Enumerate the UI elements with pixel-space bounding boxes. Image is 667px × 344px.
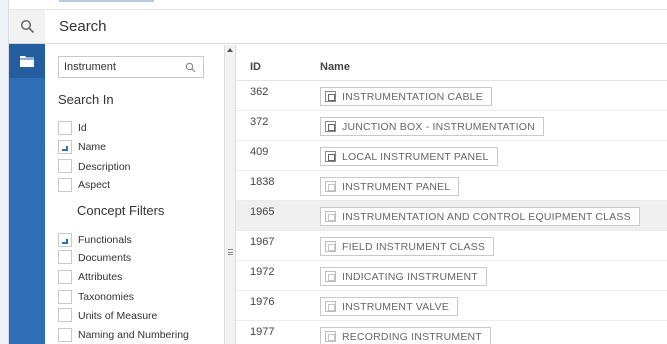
row-name: INSTRUMENT PANEL bbox=[342, 180, 451, 193]
filter-taxonomies[interactable]: Taxonomies bbox=[58, 289, 134, 305]
filter-attributes[interactable]: Attributes bbox=[58, 269, 122, 285]
row-name: INSTRUMENTATION AND CONTROL EQUIPMENT CL… bbox=[342, 210, 631, 223]
filter-label: Attributes bbox=[78, 271, 123, 283]
class-icon bbox=[325, 271, 336, 282]
filter-label: Id bbox=[78, 122, 87, 134]
table-row[interactable]: 362 INSTRUMENTATION CABLE bbox=[236, 81, 667, 111]
row-id: 1967 bbox=[250, 236, 275, 248]
row-id: 409 bbox=[250, 146, 269, 158]
filter-aspect[interactable]: Aspect bbox=[58, 177, 110, 193]
table-row[interactable]: 1972 INDICATING INSTRUMENT bbox=[236, 261, 667, 291]
checkbox-description[interactable] bbox=[58, 159, 72, 173]
filter-id[interactable]: Id bbox=[58, 120, 87, 136]
filter-description-label: Description bbox=[78, 161, 131, 173]
filter-functionals[interactable]: Functionals bbox=[58, 232, 132, 248]
result-chip[interactable]: INSTRUMENT VALVE bbox=[320, 297, 459, 316]
results-table: ID Name 362 INSTRUMENTATION CABLE 372 JU… bbox=[236, 45, 667, 344]
row-id: 1976 bbox=[250, 296, 275, 308]
checkbox[interactable] bbox=[58, 178, 72, 192]
result-chip[interactable]: INDICATING INSTRUMENT bbox=[320, 267, 487, 286]
table-row[interactable]: 372 JUNCTION BOX - INSTRUMENTATION bbox=[236, 111, 667, 141]
result-chip[interactable]: FIELD INSTRUMENT CLASS bbox=[320, 237, 495, 256]
magnifier-icon bbox=[185, 62, 195, 72]
checkbox[interactable] bbox=[58, 270, 72, 284]
row-id: 1965 bbox=[250, 206, 275, 218]
filter-label: Functionals bbox=[78, 234, 132, 246]
search-window: Search Search In Id Name Description Asp… bbox=[0, 0, 667, 344]
checkbox[interactable] bbox=[58, 140, 72, 154]
result-chip[interactable]: RECORDING INSTRUMENT bbox=[320, 327, 491, 344]
checkbox[interactable] bbox=[58, 233, 72, 247]
filter-label: Name bbox=[78, 141, 107, 153]
left-edge bbox=[0, 0, 9, 344]
table-row[interactable]: 1838 INSTRUMENT PANEL bbox=[236, 171, 667, 201]
table-row[interactable]: 1977 RECORDING INSTRUMENT bbox=[236, 321, 667, 344]
filter-units-label: Units of Measure bbox=[78, 310, 158, 322]
class-icon bbox=[325, 211, 336, 222]
result-chip[interactable]: JUNCTION BOX - INSTRUMENTATION bbox=[320, 117, 544, 136]
filter-documents-label: Documents bbox=[78, 252, 132, 264]
filter-naming[interactable]: Naming and Numbering bbox=[58, 327, 189, 343]
page-title: Search bbox=[59, 18, 107, 35]
checkbox[interactable] bbox=[58, 121, 72, 135]
search-icon bbox=[20, 19, 34, 34]
top-strip bbox=[9, 0, 667, 10]
row-name: JUNCTION BOX - INSTRUMENTATION bbox=[342, 120, 535, 133]
class-icon bbox=[325, 301, 336, 312]
row-name: INSTRUMENT VALVE bbox=[342, 300, 450, 313]
rail-folder-button[interactable] bbox=[9, 44, 45, 78]
search-in-heading: Search In bbox=[58, 92, 114, 107]
table-row[interactable]: 409 LOCAL INSTRUMENT PANEL bbox=[236, 141, 667, 171]
result-chip[interactable]: INSTRUMENTATION CABLE bbox=[320, 87, 492, 106]
row-id: 1977 bbox=[250, 326, 275, 338]
filter-scrollbar[interactable] bbox=[225, 45, 236, 344]
class-icon bbox=[325, 181, 336, 192]
class-icon bbox=[325, 331, 336, 342]
search-header: Search bbox=[45, 10, 667, 44]
row-name: INDICATING INSTRUMENT bbox=[342, 270, 478, 283]
item-icon bbox=[325, 91, 336, 102]
results-header-row: ID Name bbox=[236, 45, 667, 81]
row-name: LOCAL INSTRUMENT PANEL bbox=[342, 150, 489, 163]
table-row[interactable]: 1967 FIELD INSTRUMENT CLASS bbox=[236, 231, 667, 261]
rail-search-button[interactable] bbox=[9, 10, 45, 44]
item-icon bbox=[325, 121, 336, 132]
checkbox[interactable] bbox=[58, 290, 72, 304]
concept-filters-heading: Concept Filters bbox=[77, 203, 165, 218]
result-chip[interactable]: INSTRUMENT PANEL bbox=[320, 177, 460, 196]
table-row-selected[interactable]: 1965 INSTRUMENTATION AND CONTROL EQUIPME… bbox=[236, 201, 667, 231]
result-chip[interactable]: INSTRUMENTATION AND CONTROL EQUIPMENT CL… bbox=[320, 207, 640, 226]
row-id: 362 bbox=[250, 86, 269, 98]
filter-label: Aspect bbox=[78, 179, 111, 191]
table-row[interactable]: 1976 INSTRUMENT VALVE bbox=[236, 291, 667, 321]
row-id: 1972 bbox=[250, 266, 275, 278]
filter-label: Naming and Numbering bbox=[78, 329, 189, 341]
filter-panel: Search In Id Name Description Aspect Con… bbox=[45, 45, 225, 344]
column-header-id[interactable]: ID bbox=[250, 61, 261, 73]
filter-name[interactable]: Name bbox=[58, 139, 106, 155]
top-accent bbox=[59, 0, 154, 2]
class-icon bbox=[325, 241, 336, 252]
result-chip[interactable]: LOCAL INSTRUMENT PANEL bbox=[320, 147, 498, 166]
search-box bbox=[58, 56, 204, 78]
checkbox-documents[interactable] bbox=[58, 250, 72, 264]
filter-label: Taxonomies bbox=[78, 291, 135, 303]
row-id: 1838 bbox=[250, 176, 275, 188]
checkbox[interactable] bbox=[58, 328, 72, 342]
row-name: FIELD INSTRUMENT CLASS bbox=[342, 240, 486, 253]
row-id: 372 bbox=[250, 116, 269, 128]
scroll-up-arrow-icon[interactable] bbox=[227, 48, 233, 52]
search-input[interactable] bbox=[59, 57, 177, 77]
row-name: RECORDING INSTRUMENT bbox=[342, 330, 482, 343]
splitter-grip-icon[interactable] bbox=[228, 249, 233, 255]
checkbox-units[interactable] bbox=[58, 308, 72, 322]
column-header-name[interactable]: Name bbox=[320, 61, 350, 73]
folder-icon bbox=[20, 56, 34, 67]
search-submit-button[interactable] bbox=[177, 57, 203, 77]
item-icon bbox=[325, 151, 336, 162]
row-name: INSTRUMENTATION CABLE bbox=[342, 90, 483, 103]
